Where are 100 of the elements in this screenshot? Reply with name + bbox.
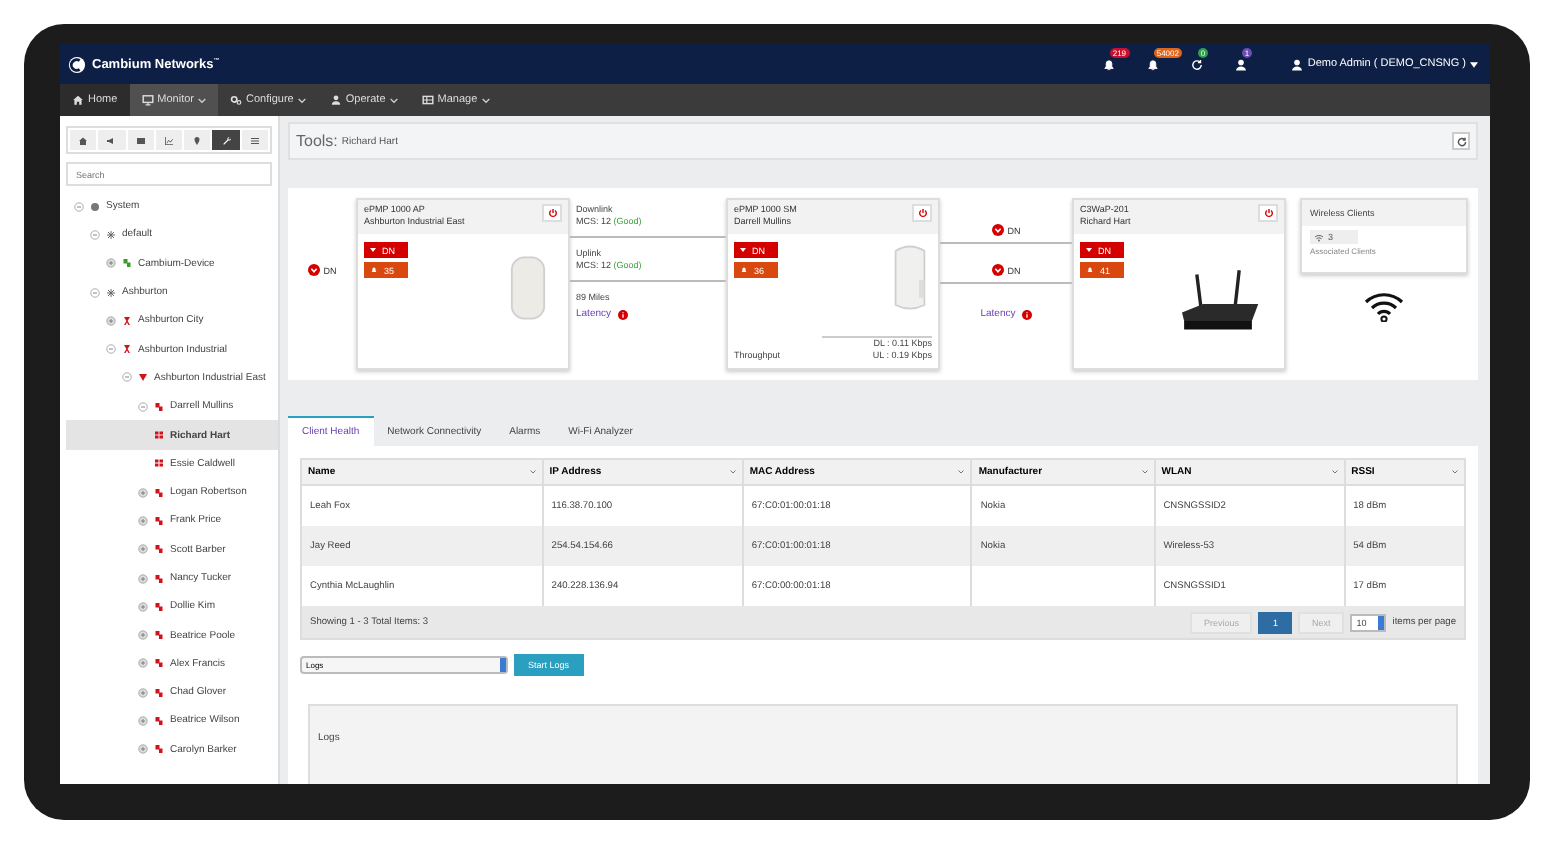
refresh-icon	[1455, 135, 1467, 147]
caret-icon	[1086, 248, 1092, 252]
down-arrow-icon	[991, 264, 1004, 276]
tool-button[interactable]	[241, 130, 268, 150]
down-arrow-icon	[991, 224, 1004, 236]
toggle-icon[interactable]	[138, 515, 148, 526]
page-title: Tools:	[296, 132, 338, 150]
link-line	[940, 242, 1072, 244]
spinner-icon	[500, 658, 506, 672]
caret-icon	[370, 248, 376, 252]
tool-button[interactable]	[155, 130, 183, 150]
power-button[interactable]	[912, 204, 932, 222]
toggle-icon[interactable]	[90, 287, 100, 298]
system-icon	[90, 201, 100, 212]
refresh-button[interactable]	[1452, 132, 1470, 150]
table-icon	[135, 135, 146, 145]
tower-icon	[122, 344, 132, 355]
ap-icon	[138, 372, 148, 383]
notification-button[interactable]	[1233, 55, 1252, 73]
monitor-icon	[141, 94, 154, 106]
megaphone-icon	[106, 135, 117, 145]
caret-icon	[389, 97, 398, 103]
sm-icon	[154, 515, 164, 526]
sm-icon	[154, 401, 164, 412]
sm-icon	[154, 744, 164, 755]
caret-icon	[297, 97, 306, 103]
caret-icon	[198, 97, 207, 103]
info-icon	[1021, 309, 1032, 319]
list-icon	[249, 135, 260, 145]
sm-icon	[154, 630, 164, 641]
notification-button[interactable]	[1145, 55, 1164, 73]
link-line	[940, 282, 1072, 284]
notification-button[interactable]	[1101, 55, 1120, 73]
toggle-icon[interactable]	[138, 573, 148, 583]
toggle-icon[interactable]	[138, 630, 148, 641]
tool-button[interactable]	[184, 130, 211, 150]
access-point-drawing	[510, 254, 546, 322]
toggle-icon[interactable]	[74, 201, 84, 212]
home-icon	[78, 135, 89, 145]
toggle-icon[interactable]	[106, 315, 116, 326]
tool-button[interactable]	[212, 130, 240, 150]
toggle-icon[interactable]	[106, 344, 116, 355]
caret-icon	[740, 248, 746, 252]
device-icon	[122, 258, 132, 269]
caret-icon	[481, 97, 490, 103]
gears-icon	[230, 94, 243, 106]
network-icon	[106, 287, 116, 298]
network-icon	[106, 229, 116, 240]
bell-icon	[370, 266, 378, 274]
toggle-icon[interactable]	[138, 687, 148, 698]
chart-icon	[163, 135, 174, 145]
wifi-icon	[1314, 233, 1324, 241]
power-button[interactable]	[542, 204, 562, 222]
toggle-icon[interactable]	[138, 601, 148, 612]
home-icon	[72, 94, 84, 106]
caret-icon	[1470, 61, 1478, 67]
toggle-icon[interactable]	[138, 401, 148, 412]
tool-button[interactable]	[98, 130, 126, 150]
wifi-icon	[1364, 290, 1404, 322]
info-icon	[617, 309, 628, 319]
radio-unit-drawing	[892, 242, 928, 314]
tool-button[interactable]	[127, 130, 154, 150]
bell-icon	[1086, 266, 1094, 274]
user-icon	[1233, 57, 1248, 71]
toggle-icon[interactable]	[90, 229, 100, 240]
power-icon	[1263, 208, 1273, 218]
toggle-icon[interactable]	[138, 715, 148, 726]
bell-icon	[1145, 57, 1160, 71]
tower-icon	[122, 315, 132, 326]
grid-icon	[421, 94, 434, 106]
toggle-icon[interactable]	[138, 544, 148, 555]
power-icon	[547, 208, 557, 218]
tool-button[interactable]	[70, 130, 97, 150]
user-icon	[1289, 57, 1304, 71]
notification-button[interactable]	[1189, 55, 1208, 73]
client-icon	[154, 430, 164, 441]
power-button[interactable]	[1258, 204, 1278, 222]
bell-icon	[1101, 57, 1116, 71]
toggle-icon[interactable]	[138, 744, 148, 755]
spinner-icon	[1378, 615, 1385, 629]
user-icon	[329, 94, 342, 106]
down-arrow-icon	[307, 264, 320, 276]
client-icon	[154, 458, 164, 469]
toggle-icon[interactable]	[122, 372, 132, 383]
wrench-icon	[221, 135, 232, 145]
toggle-icon[interactable]	[138, 658, 148, 669]
toggle-icon[interactable]	[106, 258, 116, 269]
sm-icon	[154, 544, 164, 555]
sm-icon	[154, 658, 164, 669]
refresh-icon	[1189, 57, 1204, 71]
sm-icon	[154, 573, 164, 583]
sm-icon	[154, 715, 164, 726]
toggle-icon[interactable]	[138, 487, 148, 498]
bell-icon	[740, 266, 748, 274]
power-icon	[917, 208, 927, 218]
sm-icon	[154, 601, 164, 612]
logo-icon	[68, 55, 86, 73]
pin-icon	[192, 135, 203, 145]
sm-icon	[154, 487, 164, 498]
sm-icon	[154, 687, 164, 698]
